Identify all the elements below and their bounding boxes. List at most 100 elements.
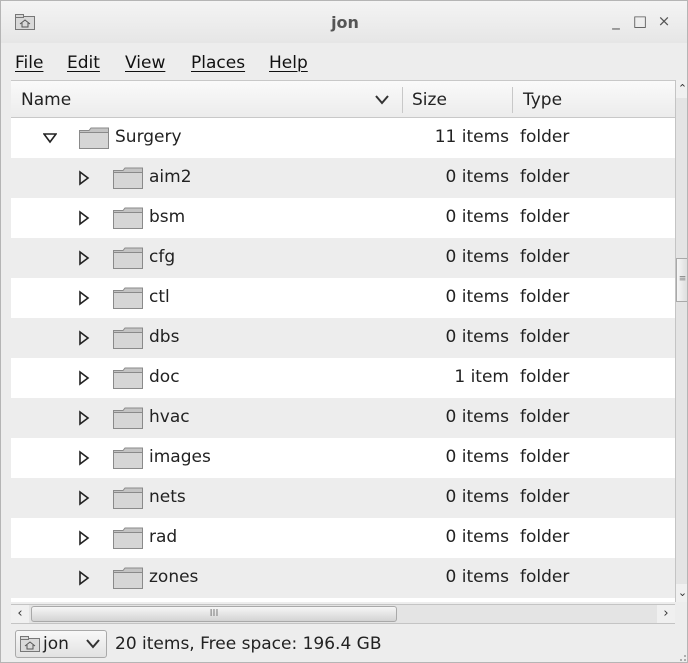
list-item[interactable]: doc 1 item folder (11, 358, 675, 398)
triangle-right-icon[interactable] (77, 370, 91, 386)
horizontal-scroll-thumb[interactable]: III (31, 606, 397, 622)
menu-places[interactable]: Places (191, 53, 245, 73)
list-item-name: doc (149, 367, 180, 387)
list-item-type: folder (520, 207, 570, 227)
menu-file[interactable]: File (15, 53, 43, 73)
window-title: jon (331, 13, 359, 32)
triangle-right-icon[interactable] (77, 570, 91, 586)
list-item-size: 11 items (434, 127, 509, 147)
folder-icon (113, 487, 143, 509)
file-manager-window: jon _ □ × File Edit View Places Help Nam… (0, 0, 688, 663)
scroll-up-arrow-icon[interactable]: ⌃ (676, 80, 687, 98)
list-item-name: ctl (149, 287, 170, 307)
list-item-size: 0 items (445, 567, 509, 587)
folder-icon (113, 527, 143, 549)
list-item-size: 0 items (445, 447, 509, 467)
chevron-down-icon (86, 639, 100, 649)
folder-icon (113, 247, 143, 269)
menu-edit[interactable]: Edit (67, 53, 100, 73)
folder-icon (113, 367, 143, 389)
folder-icon (113, 207, 143, 229)
column-separator[interactable] (512, 87, 513, 113)
column-header-size[interactable]: Size (412, 81, 447, 117)
list-item-type: folder (520, 127, 570, 147)
list-item-name: cfg (149, 247, 176, 267)
triangle-right-icon[interactable] (77, 210, 91, 226)
list-item-size: 0 items (445, 487, 509, 507)
list-item[interactable]: cfg 0 items folder (11, 238, 675, 278)
column-separator[interactable] (402, 87, 403, 113)
list-item-size: 0 items (445, 167, 509, 187)
list-item[interactable]: bsm 0 items folder (11, 198, 675, 238)
scroll-left-arrow-icon[interactable]: ‹ (11, 605, 29, 623)
list-item-size: 0 items (445, 407, 509, 427)
list-item[interactable]: ctl 0 items folder (11, 278, 675, 318)
list-item[interactable]: rad 0 items folder (11, 518, 675, 558)
scroll-right-arrow-icon[interactable]: › (657, 605, 675, 623)
list-item-type: folder (520, 167, 570, 187)
folder-icon (113, 287, 143, 309)
column-header-name[interactable]: Name (21, 81, 71, 117)
menu-view[interactable]: View (125, 53, 165, 73)
list-item-type: folder (520, 247, 570, 267)
triangle-right-icon[interactable] (77, 250, 91, 266)
home-folder-icon (20, 636, 40, 652)
triangle-right-icon[interactable] (77, 170, 91, 186)
list-item-name: dbs (149, 327, 180, 347)
folder-icon (113, 447, 143, 469)
status-bar: jon 20 items, Free space: 196.4 GB (1, 626, 687, 662)
list-item[interactable]: dbs 0 items folder (11, 318, 675, 358)
list-item-name: Surgery (115, 127, 182, 147)
triangle-right-icon[interactable] (77, 290, 91, 306)
list-item-name: nets (149, 487, 186, 507)
list-item-name: rad (149, 527, 178, 547)
list-item[interactable]: images 0 items folder (11, 438, 675, 478)
scroll-down-arrow-icon[interactable]: ⌄ (676, 584, 687, 602)
list-item-name: zones (149, 567, 199, 587)
triangle-right-icon[interactable] (77, 530, 91, 546)
close-button[interactable]: × (655, 10, 673, 32)
vertical-scrollbar[interactable]: ⌃ ≡ ⌄ (675, 80, 687, 602)
status-text: 20 items, Free space: 196.4 GB (115, 634, 382, 654)
list-item-size: 0 items (445, 287, 509, 307)
horizontal-scrollbar[interactable]: ‹ III › (11, 604, 675, 624)
resize-grip-icon[interactable] (677, 652, 687, 662)
title-bar[interactable]: jon _ □ × (1, 1, 687, 43)
list-item-name: hvac (149, 407, 190, 427)
list-item-size: 0 items (445, 527, 509, 547)
location-button[interactable]: jon (15, 630, 107, 658)
menu-bar: File Edit View Places Help (1, 43, 687, 79)
list-item-size: 0 items (445, 207, 509, 227)
list-item-size: 0 items (445, 327, 509, 347)
triangle-right-icon[interactable] (77, 490, 91, 506)
location-label: jon (43, 634, 69, 654)
list-item-name: images (149, 447, 211, 467)
list-item[interactable]: aim2 0 items folder (11, 158, 675, 198)
minimize-button[interactable]: _ (607, 10, 625, 32)
list-item-type: folder (520, 287, 570, 307)
list-item-type: folder (520, 527, 570, 547)
sort-chevron-down-icon[interactable] (375, 95, 389, 105)
list-item-name: aim2 (149, 167, 192, 187)
list-item-size: 0 items (445, 247, 509, 267)
list-item[interactable]: hvac 0 items folder (11, 398, 675, 438)
triangle-right-icon[interactable] (77, 410, 91, 426)
file-list[interactable]: Surgery 11 items folder aim2 0 items folder bs… (11, 118, 675, 602)
triangle-right-icon[interactable] (77, 330, 91, 346)
menu-help[interactable]: Help (269, 53, 308, 73)
list-item-type: folder (520, 567, 570, 587)
folder-icon (113, 167, 143, 189)
list-item[interactable]: nets 0 items folder (11, 478, 675, 518)
folder-icon (113, 407, 143, 429)
folder-icon (113, 567, 143, 589)
list-item[interactable]: Surgery 11 items folder (11, 118, 675, 158)
list-item[interactable]: zones 0 items folder (11, 558, 675, 598)
list-item-type: folder (520, 327, 570, 347)
vertical-scroll-thumb[interactable]: ≡ (676, 258, 687, 302)
list-item-name: bsm (149, 207, 186, 227)
maximize-button[interactable]: □ (631, 10, 649, 32)
triangle-down-icon[interactable] (43, 130, 57, 146)
triangle-right-icon[interactable] (77, 450, 91, 466)
list-item-type: folder (520, 447, 570, 467)
column-header-type[interactable]: Type (523, 81, 562, 117)
